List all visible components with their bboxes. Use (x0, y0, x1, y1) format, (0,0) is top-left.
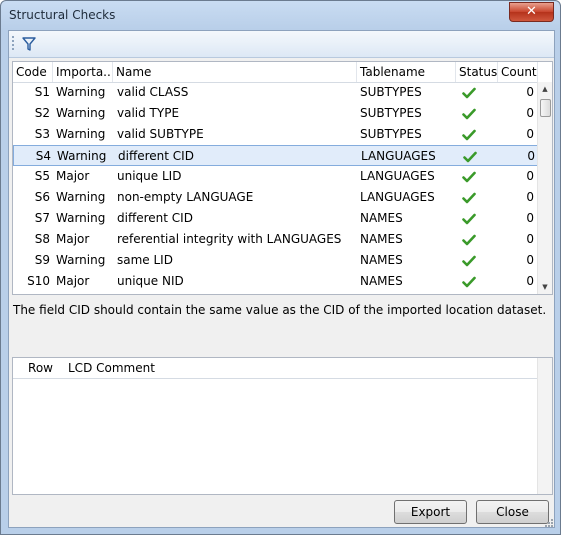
cell-tablename: SUBTYPES (360, 106, 422, 120)
filter-icon[interactable] (19, 34, 39, 54)
cell-code: S8 (34, 232, 50, 246)
cell-importance: Warning (56, 253, 106, 267)
cell-tablename: LANGUAGES (360, 190, 435, 204)
cell-code: S9 (34, 253, 50, 267)
cell-code: S4 (35, 149, 51, 163)
dialog-client: Code Importa... Name Tablename Status Co… (8, 30, 555, 528)
table-row[interactable]: S1 Warning valid CLASS SUBTYPES 0 (13, 82, 538, 103)
cell-name: same LID (117, 253, 173, 267)
scroll-down-arrow[interactable]: ▼ (538, 280, 552, 294)
cell-count: 0 (526, 274, 534, 288)
cell-count: 0 (527, 149, 535, 163)
table-row[interactable]: S9 Warning same LID NAMES 0 (13, 250, 538, 271)
status-ok-icon (462, 229, 492, 250)
window-close-button[interactable]: ✕ (509, 2, 554, 22)
table-row[interactable]: S10 Major unique NID NAMES 0 (13, 271, 538, 292)
checks-table[interactable]: Code Importa... Name Tablename Status Co… (12, 61, 553, 295)
table-row-selected[interactable]: S4 Warning different CID LANGUAGES 0 (13, 145, 538, 166)
cell-code: S6 (34, 190, 50, 204)
cell-tablename: NAMES (360, 274, 403, 288)
check-description: The field CID should contain the same va… (13, 303, 547, 317)
cell-count: 0 (526, 106, 534, 120)
toolbar-grip[interactable] (12, 36, 14, 52)
col-header-row[interactable]: Row (13, 358, 57, 378)
col-header-name[interactable]: Name (113, 62, 357, 82)
cell-count: 0 (526, 211, 534, 225)
cell-tablename: LANGUAGES (360, 169, 435, 183)
status-ok-icon (463, 146, 493, 167)
col-header-code[interactable]: Code (13, 62, 53, 82)
status-ok-icon (462, 103, 492, 124)
cell-name: valid CLASS (117, 85, 189, 99)
details-table-header: Row LCD Comment (13, 358, 537, 379)
status-ok-icon (462, 124, 492, 145)
title-bar[interactable]: Structural Checks ✕ (1, 1, 560, 29)
status-ok-icon (462, 187, 492, 208)
cell-tablename: NAMES (360, 253, 403, 267)
table-row[interactable]: S8 Major referential integrity with LANGUA… (13, 229, 538, 250)
status-ok-icon (462, 250, 492, 271)
cell-importance: Warning (56, 85, 106, 99)
cell-name: different CID (118, 149, 194, 163)
details-table[interactable]: Row LCD Comment (12, 357, 553, 495)
cell-count: 0 (526, 190, 534, 204)
cell-importance: Warning (57, 149, 107, 163)
cell-code: S2 (34, 106, 50, 120)
table-row[interactable]: S3 Warning valid SUBTYPE SUBTYPES 0 (13, 124, 538, 145)
cell-name: referential integrity with LANGUAGES (117, 232, 342, 246)
cell-code: S10 (27, 274, 50, 288)
cell-code: S3 (34, 127, 50, 141)
cell-count: 0 (526, 232, 534, 246)
cell-importance: Warning (56, 211, 106, 225)
scroll-thumb[interactable] (540, 99, 551, 117)
toolbar (9, 31, 554, 58)
table-row[interactable]: S2 Warning valid TYPE SUBTYPES 0 (13, 103, 538, 124)
cell-count: 0 (526, 253, 534, 267)
status-ok-icon (462, 208, 492, 229)
cell-name: valid SUBTYPE (117, 127, 204, 141)
cell-importance: Warning (56, 106, 106, 120)
cell-tablename: NAMES (360, 232, 403, 246)
cell-importance: Warning (56, 190, 106, 204)
cell-tablename: NAMES (360, 211, 403, 225)
cell-importance: Warning (56, 127, 106, 141)
cell-tablename: SUBTYPES (360, 85, 422, 99)
cell-code: S5 (34, 169, 50, 183)
export-button[interactable]: Export (394, 500, 467, 524)
cell-importance: Major (56, 232, 90, 246)
cell-code: S7 (34, 211, 50, 225)
scroll-up-arrow[interactable]: ▲ (538, 82, 552, 96)
cell-name: unique LID (117, 169, 182, 183)
col-header-lcd-comment[interactable]: LCD Comment (65, 358, 265, 378)
cell-tablename: SUBTYPES (360, 127, 422, 141)
cell-name: valid TYPE (117, 106, 180, 120)
resize-grip-icon[interactable] (543, 516, 553, 527)
checks-table-header: Code Importa... Name Tablename Status Co… (13, 62, 538, 83)
dialog-window: Structural Checks ✕ Code Importa... Name… (0, 0, 561, 535)
cell-name: non-empty LANGUAGE (117, 190, 254, 204)
col-header-count[interactable]: Count (498, 62, 538, 82)
cell-code: S1 (34, 85, 50, 99)
status-ok-icon (462, 166, 492, 187)
col-header-importance[interactable]: Importa... (53, 62, 113, 82)
cell-count: 0 (526, 169, 534, 183)
table-row[interactable]: S5 Major unique LID LANGUAGES 0 (13, 166, 538, 187)
cell-tablename: LANGUAGES (361, 149, 436, 163)
cell-importance: Major (56, 169, 90, 183)
cell-importance: Major (56, 274, 90, 288)
table-row[interactable]: S7 Warning different CID NAMES 0 (13, 208, 538, 229)
details-table-scrollbar[interactable] (537, 358, 552, 494)
close-button[interactable]: Close (476, 500, 549, 524)
table-row[interactable]: S6 Warning non-empty LANGUAGE LANGUAGES 0 (13, 187, 538, 208)
status-ok-icon (462, 82, 492, 103)
cell-name: unique NID (117, 274, 184, 288)
cell-count: 0 (526, 127, 534, 141)
status-ok-icon (462, 271, 492, 292)
cell-count: 0 (526, 85, 534, 99)
col-header-status[interactable]: Status (456, 62, 498, 82)
checks-table-scrollbar[interactable]: ▲ ▼ (537, 82, 552, 294)
window-title: Structural Checks (9, 8, 116, 22)
col-header-tablename[interactable]: Tablename (357, 62, 456, 82)
cell-name: different CID (117, 211, 193, 225)
